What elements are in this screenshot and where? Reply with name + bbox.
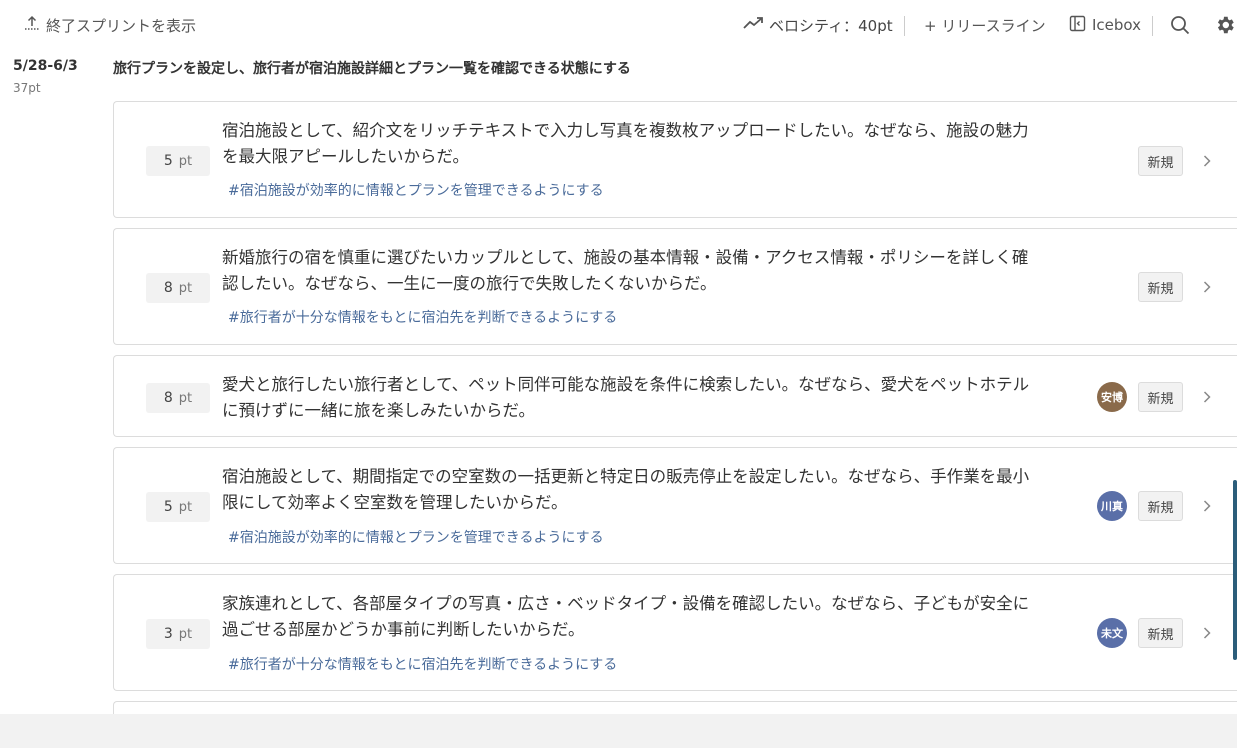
story-card[interactable]: 8 pt 愛犬と旅行したい旅行者として、ペット同伴可能な施設を条件に検索したい。…	[113, 355, 1237, 437]
story-text: 家族連れとして、各部屋タイプの写真・広さ・ベッドタイプ・設備を確認したい。なぜな…	[222, 591, 1082, 643]
story-text-line: 家族連れとして、各部屋タイプの写真・広さ・ベッドタイプ・設備を確認したい。なぜな…	[222, 594, 1030, 613]
sprint-points: 37pt	[13, 81, 41, 95]
story-card[interactable]: 3 pt 家族連れとして、各部屋タイプの写真・広さ・ベッドタイプ・設備を確認した…	[113, 574, 1237, 691]
story-card[interactable]: 5 pt 宿泊施設として、期間指定での空室数の一括更新と特定日の販売停止を設定し…	[113, 447, 1237, 564]
story-card[interactable]: 5 pt 宿泊施設として、紹介文をリッチテキストで入力し写真を複数枚アップロード…	[113, 101, 1237, 218]
upload-icon	[24, 15, 40, 35]
assignee-avatar[interactable]: 未文	[1097, 618, 1127, 648]
search-icon	[1171, 16, 1190, 35]
chevron-right-icon[interactable]	[1200, 499, 1214, 513]
story-card[interactable]	[113, 701, 1237, 715]
story-points-unit: pt	[178, 390, 193, 406]
story-points-badge[interactable]: 5 pt	[146, 492, 210, 522]
toolbar-divider	[904, 16, 905, 36]
icebox-label: Icebox	[1092, 16, 1142, 34]
story-points-value: 8	[163, 280, 173, 296]
epic-tag[interactable]: #宿泊施設が効率的に情報とプランを管理できるようにする	[228, 527, 604, 547]
story-text: 愛犬と旅行したい旅行者として、ペット同伴可能な施設を条件に検索したい。なぜなら、…	[222, 372, 1082, 424]
epic-tag[interactable]: #旅行者が十分な情報をもとに宿泊先を判断できるようにする	[228, 654, 617, 674]
status-badge[interactable]: 新規	[1138, 382, 1183, 412]
story-text-line: 新婚旅行の宿を慎重に選びたいカップルとして、施設の基本情報・設備・アクセス情報・…	[222, 248, 1029, 267]
story-text-line: 愛犬と旅行したい旅行者として、ペット同伴可能な施設を条件に検索したい。なぜなら、…	[222, 375, 1030, 394]
toolbar: 終了スプリントを表示 ベロシティ：40pt + リリースライン Icebox	[0, 0, 1237, 50]
story-text-line: 宿泊施設として、紹介文をリッチテキストで入力し写真を複数枚アップロードしたい。な…	[222, 121, 1029, 140]
status-badge[interactable]: 新規	[1138, 146, 1183, 176]
show-closed-sprints-button[interactable]: 終了スプリントを表示	[24, 15, 196, 35]
chevron-right-icon[interactable]	[1200, 280, 1214, 294]
scrollbar-thumb[interactable]	[1233, 480, 1237, 660]
chevron-right-icon[interactable]	[1200, 390, 1214, 404]
footer-area	[0, 714, 1237, 748]
story-points-badge[interactable]: 8 pt	[146, 273, 210, 303]
sprint-goal: 旅行プランを設定し、旅行者が宿泊施設詳細とプラン一覧を確認できる状態にする	[113, 61, 631, 77]
story-text: 宿泊施設として、紹介文をリッチテキストで入力し写真を複数枚アップロードしたい。な…	[222, 118, 1082, 170]
story-card[interactable]: 8 pt 新婚旅行の宿を慎重に選びたいカップルとして、施設の基本情報・設備・アク…	[113, 228, 1237, 345]
story-text-line: 過ごせる部屋かどうか事前に判断したいからだ。	[222, 620, 585, 639]
velocity-indicator: ベロシティ：40pt	[743, 15, 893, 35]
velocity-label: ベロシティ：40pt	[769, 16, 893, 35]
status-badge[interactable]: 新規	[1138, 618, 1183, 648]
story-points-value: 8	[163, 390, 173, 406]
panel-icon	[1069, 15, 1086, 36]
story-text: 宿泊施設として、期間指定での空室数の一括更新と特定日の販売停止を設定したい。なぜ…	[222, 464, 1082, 516]
settings-button[interactable]	[1214, 14, 1236, 36]
assignee-avatar[interactable]: 安博	[1097, 382, 1127, 412]
story-points-unit: pt	[178, 280, 193, 296]
chevron-right-icon[interactable]	[1200, 154, 1214, 168]
story-text-line: を最大限アピールしたいからだ。	[222, 147, 470, 166]
story-text: 新婚旅行の宿を慎重に選びたいカップルとして、施設の基本情報・設備・アクセス情報・…	[222, 245, 1082, 297]
story-text-line: 認したい。なぜなら、一生に一度の旅行で失敗したくないからだ。	[222, 274, 717, 293]
add-release-line-button[interactable]: + リリースライン	[924, 15, 1046, 35]
story-text-line: 限にして効率よく空室数を管理したいからだ。	[222, 493, 568, 512]
status-badge[interactable]: 新規	[1138, 272, 1183, 302]
assignee-avatar[interactable]: 川真	[1097, 491, 1127, 521]
status-badge[interactable]: 新規	[1138, 491, 1183, 521]
toolbar-divider	[1152, 16, 1153, 36]
chevron-right-icon[interactable]	[1200, 626, 1214, 640]
story-points-badge[interactable]: 8 pt	[146, 383, 210, 413]
story-points-unit: pt	[178, 499, 193, 515]
sprint-dates: 5/28-6/3	[13, 58, 78, 74]
epic-tag[interactable]: #旅行者が十分な情報をもとに宿泊先を判断できるようにする	[228, 307, 617, 327]
story-points-value: 5	[163, 499, 173, 515]
story-points-value: 5	[163, 153, 173, 169]
story-points-badge[interactable]: 3 pt	[146, 619, 210, 649]
epic-tag[interactable]: #宿泊施設が効率的に情報とプランを管理できるようにする	[228, 180, 604, 200]
story-points-badge[interactable]: 5 pt	[146, 146, 210, 176]
search-button[interactable]	[1170, 15, 1190, 35]
story-points-unit: pt	[178, 153, 193, 169]
story-points-value: 3	[163, 626, 173, 642]
show-closed-sprints-label: 終了スプリントを表示	[46, 16, 197, 35]
story-text-line: 宿泊施設として、期間指定での空室数の一括更新と特定日の販売停止を設定したい。なぜ…	[222, 467, 1030, 486]
icebox-button[interactable]: Icebox	[1069, 15, 1141, 35]
trend-up-icon	[743, 15, 765, 35]
gear-icon	[1217, 16, 1234, 34]
story-text-line: に預けずに一緒に旅を楽しみたいからだ。	[222, 401, 536, 420]
story-points-unit: pt	[178, 626, 193, 642]
release-line-label: + リリースライン	[924, 16, 1046, 35]
